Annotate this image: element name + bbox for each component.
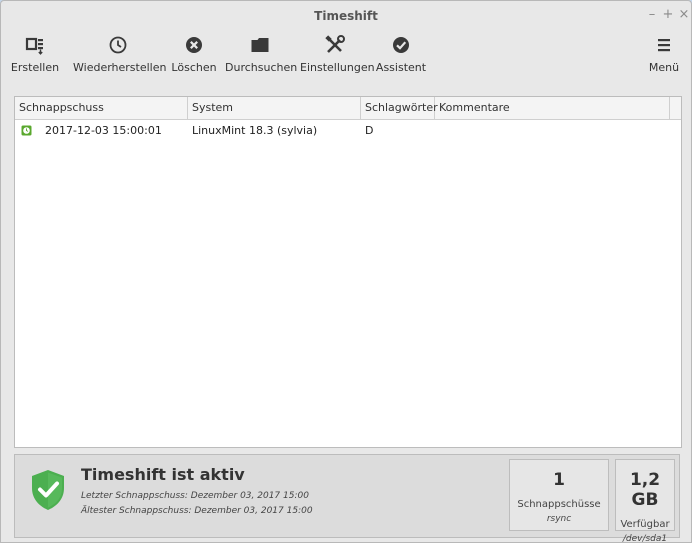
menu-label: Menü [648, 61, 680, 74]
browse-button[interactable]: Durchsuchen [225, 35, 298, 83]
wizard-label: Assistent [375, 61, 427, 74]
snapshot-list[interactable]: Schnappschuss System Schlagwörter Kommen… [14, 96, 682, 448]
folder-icon [225, 35, 295, 61]
snapshot-count-label: Schnappschüsse [517, 499, 601, 510]
row-tags: D [365, 124, 374, 137]
oldest-snapshot-text: Ältester Schnappschuss: Dezember 03, 201… [81, 506, 313, 516]
restore-label: Wiederherstellen [73, 61, 167, 74]
status-panel: Timeshift ist aktiv Letzter Schnappschus… [14, 454, 680, 542]
column-header-comments[interactable]: Kommentare [435, 97, 670, 119]
create-label: Erstellen [10, 61, 60, 74]
snapshot-mode: rsync [546, 514, 572, 524]
column-header-filler [670, 97, 681, 119]
snapshot-count: 1 [553, 470, 565, 490]
settings-label: Einstellungen [300, 61, 375, 74]
minimize-button[interactable]: – [645, 7, 659, 23]
snapshot-count-box: 1 Schnappschüsse rsync [509, 459, 609, 531]
last-snapshot-text: Letzter Schnappschuss: Dezember 03, 2017… [81, 491, 309, 501]
available-space-device: /dev/sda1 [622, 534, 668, 543]
restore-button[interactable]: Wiederherstellen [73, 35, 167, 83]
list-header: Schnappschuss System Schlagwörter Kommen… [15, 97, 681, 120]
checkmark-icon [375, 35, 427, 61]
restore-clock-icon [73, 35, 163, 61]
browse-label: Durchsuchen [225, 61, 298, 74]
close-button[interactable]: × [677, 7, 691, 23]
snapshot-clock-icon [21, 125, 32, 136]
shield-check-icon [29, 468, 67, 515]
available-space-label: Verfügbar [620, 519, 670, 530]
tools-icon [300, 35, 370, 61]
wizard-button[interactable]: Assistent [375, 35, 427, 83]
column-header-snapshot[interactable]: Schnappschuss [15, 97, 188, 119]
row-system: LinuxMint 18.3 (sylvia) [192, 124, 318, 137]
settings-button[interactable]: Einstellungen [300, 35, 375, 83]
column-header-tags[interactable]: Schlagwörter [361, 97, 438, 119]
delete-label: Löschen [171, 61, 217, 74]
window-title: Timeshift [314, 9, 378, 23]
maximize-button[interactable]: + [661, 7, 675, 23]
column-header-system[interactable]: System [188, 97, 361, 119]
timeshift-window: Timeshift – + × Erstellen Wiederherstell… [0, 0, 692, 543]
delete-button[interactable]: Löschen [171, 35, 217, 83]
status-title: Timeshift ist aktiv [81, 465, 245, 484]
hamburger-menu-icon [643, 35, 685, 61]
title-bar[interactable]: Timeshift – + × [1, 1, 691, 31]
create-button[interactable]: Erstellen [5, 35, 65, 83]
table-row[interactable]: 2017-12-03 15:00:01 LinuxMint 18.3 (sylv… [15, 121, 681, 141]
create-snapshot-icon [5, 35, 65, 61]
delete-x-icon [171, 35, 217, 61]
available-space: 1,2 GB [629, 470, 661, 510]
available-space-box: 1,2 GB Verfügbar /dev/sda1 [615, 459, 675, 542]
row-snapshot-date: 2017-12-03 15:00:01 [45, 124, 162, 137]
menu-button[interactable]: Menü [643, 35, 685, 83]
